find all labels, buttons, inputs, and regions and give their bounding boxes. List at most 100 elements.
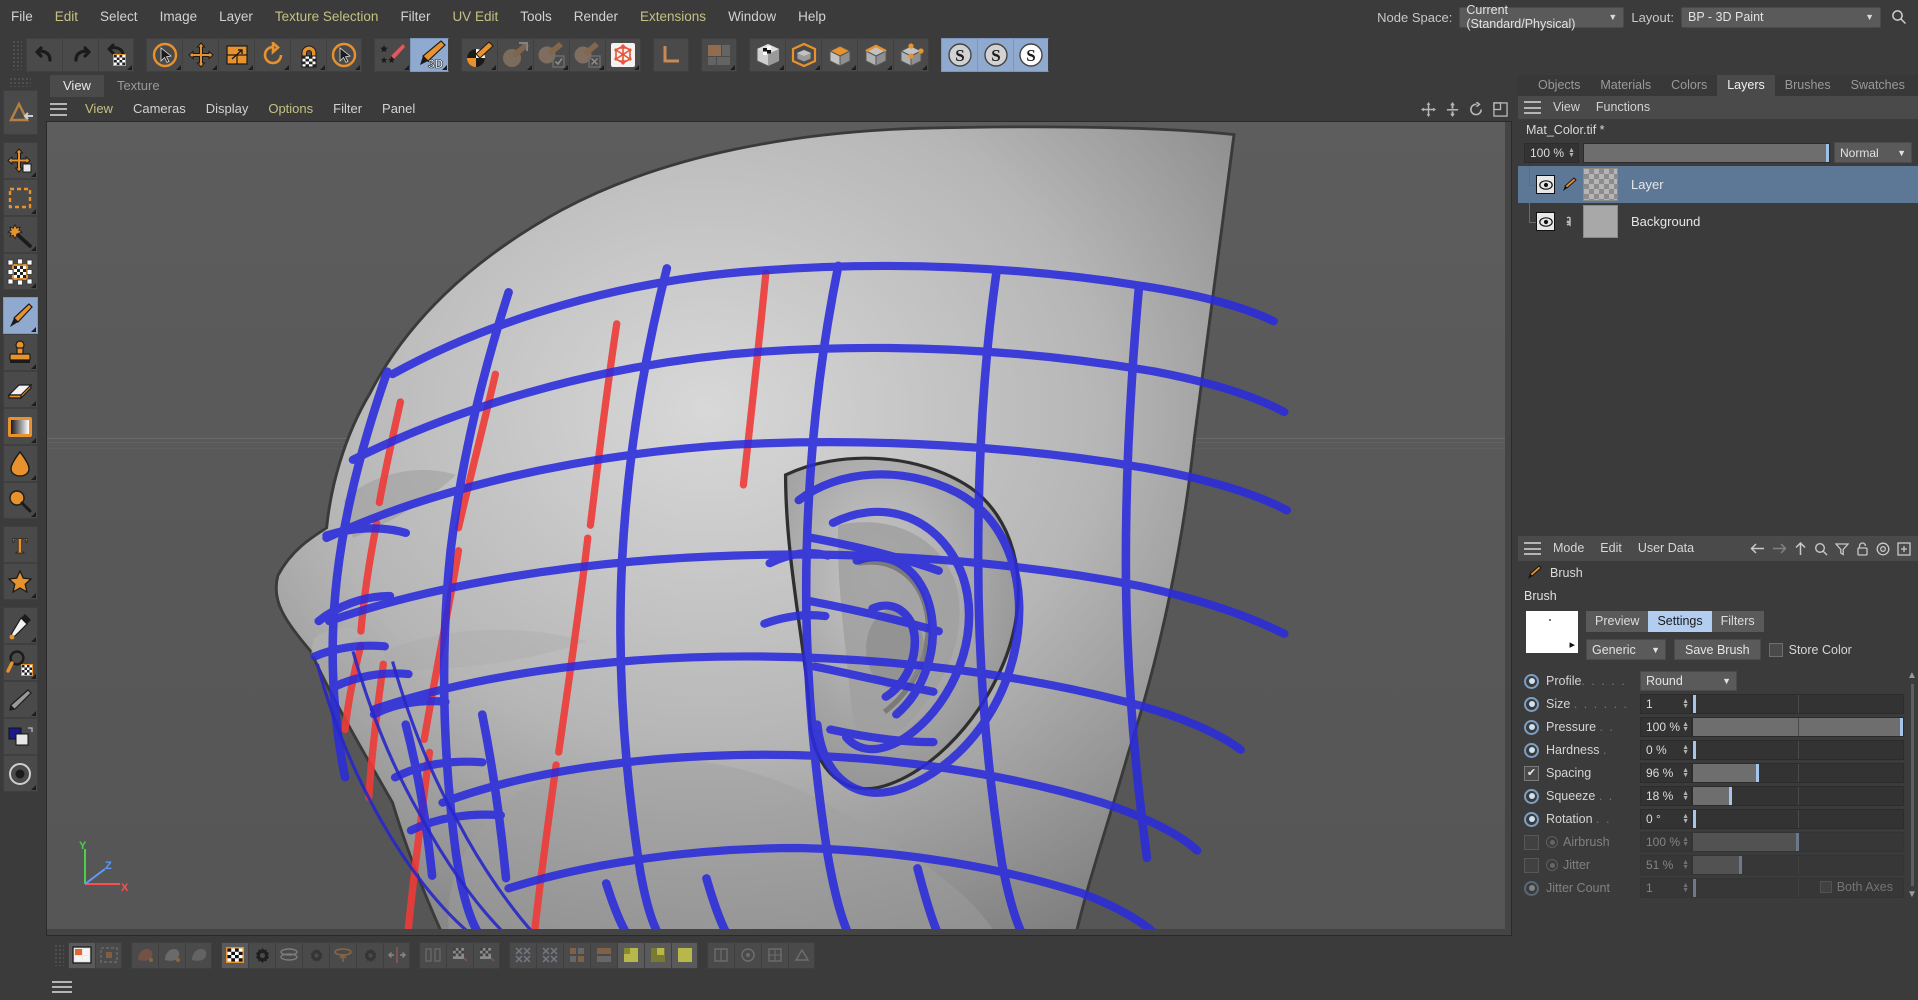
node-space-select[interactable]: Current (Standard/Physical) ▼: [1459, 3, 1625, 31]
param-airbrush-slider[interactable]: [1692, 832, 1904, 852]
param-hardness-input[interactable]: 0 % ▲ ▼: [1640, 740, 1692, 760]
menu-select[interactable]: Select: [89, 0, 149, 34]
menu-uv-edit[interactable]: UV Edit: [441, 0, 509, 34]
forward-arrow-icon[interactable]: [1772, 542, 1787, 555]
attr-menu-mode[interactable]: Mode: [1545, 536, 1592, 561]
misc-1[interactable]: [671, 941, 698, 969]
target-icon[interactable]: [1876, 542, 1890, 556]
layout-grid-button[interactable]: [701, 37, 737, 72]
param-airbrush-checkbox[interactable]: [1524, 834, 1539, 850]
uv-mesh-button[interactable]: [605, 37, 641, 72]
star-brush-button[interactable]: [374, 37, 410, 72]
axis-button[interactable]: [653, 37, 689, 72]
layer-opacity-input[interactable]: 100 % ▲ ▼: [1524, 142, 1579, 163]
tool-clone-stamp[interactable]: [2, 334, 38, 371]
texture-check-button[interactable]: [533, 37, 569, 72]
tool-magic-wand[interactable]: [2, 216, 38, 253]
both-axes-checkbox[interactable]: [1819, 881, 1832, 893]
menu-layer[interactable]: Layer: [208, 0, 264, 34]
layer-blend-mode-select[interactable]: Normal ▼: [1834, 142, 1912, 163]
param-jitter-count-toggle[interactable]: [1524, 880, 1539, 896]
menu-filter[interactable]: Filter: [389, 0, 441, 34]
tab-layers[interactable]: Layers: [1717, 75, 1775, 96]
hamburger-icon[interactable]: [52, 981, 72, 993]
table-row[interactable]: Layer: [1518, 166, 1918, 203]
visibility-eye-icon[interactable]: [1536, 175, 1555, 194]
param-jitter-slider[interactable]: [1692, 855, 1904, 875]
search-icon[interactable]: [1814, 542, 1828, 556]
texture-tile-4[interactable]: [644, 941, 671, 969]
checker-toggle[interactable]: [221, 941, 248, 969]
viewport-scrollbar-horizontal[interactable]: [47, 929, 1511, 935]
undo-button[interactable]: [26, 37, 62, 72]
paint-layer-1[interactable]: [131, 941, 158, 969]
rotate-view-icon[interactable]: [1469, 101, 1484, 117]
uv-flip-1[interactable]: [446, 941, 473, 969]
texture-tile-1[interactable]: [563, 941, 590, 969]
paint-layer-2[interactable]: [158, 941, 185, 969]
projection-gear-2[interactable]: [356, 941, 383, 969]
viewport-menu-options[interactable]: Options: [258, 97, 323, 121]
viewport-menu-cameras[interactable]: Cameras: [123, 97, 196, 121]
layer-thumbnail[interactable]: [1583, 205, 1618, 238]
apply-projection[interactable]: [329, 941, 356, 969]
link-icon[interactable]: [1559, 212, 1578, 231]
texture-tile-2[interactable]: [590, 941, 617, 969]
up-arrow-icon[interactable]: [1794, 541, 1807, 556]
filter-funnel-icon[interactable]: [1835, 542, 1849, 556]
texture-mode-button[interactable]: [749, 37, 785, 72]
spinner-icon[interactable]: ▲ ▼: [1682, 859, 1689, 871]
store-color-checkbox-wrap[interactable]: Store Color: [1768, 642, 1852, 657]
layers-menu-functions[interactable]: Functions: [1588, 96, 1658, 119]
tool-zoom[interactable]: [2, 482, 38, 519]
tool-color-swatch[interactable]: [2, 718, 38, 755]
paint-wizard-button[interactable]: [461, 37, 497, 72]
uv-points-toggle[interactable]: [95, 941, 122, 969]
param-pressure-slider[interactable]: [1692, 717, 1904, 737]
uv-flip-2[interactable]: [473, 941, 500, 969]
points-mode-button[interactable]: [785, 37, 821, 72]
visibility-eye-icon[interactable]: [1536, 212, 1555, 231]
store-color-checkbox[interactable]: [1768, 642, 1783, 657]
param-jitter-toggle[interactable]: [1546, 859, 1558, 871]
tab-materials[interactable]: Materials: [1590, 75, 1661, 96]
symmetry-toggle[interactable]: [383, 941, 410, 969]
brush-preview[interactable]: ▸: [1526, 611, 1578, 653]
spinner-icon[interactable]: ▲ ▼: [1682, 721, 1689, 733]
spinner-icon[interactable]: ▲ ▼: [1682, 813, 1689, 825]
menu-help[interactable]: Help: [787, 0, 837, 34]
toolbar-grip[interactable]: [12, 39, 22, 70]
layers-menu-view[interactable]: View: [1545, 96, 1588, 119]
tab-settings[interactable]: Settings: [1648, 611, 1712, 632]
table-row[interactable]: Background: [1518, 203, 1918, 240]
param-airbrush-input[interactable]: 100 % ▲ ▼: [1640, 832, 1692, 852]
hamburger-icon[interactable]: [1524, 101, 1541, 114]
spinner-icon[interactable]: ▲ ▼: [1682, 744, 1689, 756]
back-arrow-icon[interactable]: [1750, 542, 1765, 555]
param-spacing-slider[interactable]: [1692, 763, 1904, 783]
param-pressure-input[interactable]: 100 % ▲ ▼: [1640, 717, 1692, 737]
redo-button[interactable]: [62, 37, 98, 72]
projection-paint[interactable]: [275, 941, 302, 969]
pan-view-icon[interactable]: [1421, 101, 1436, 117]
tool-fill[interactable]: [2, 445, 38, 482]
spinner-icon[interactable]: ▲ ▼: [1682, 767, 1689, 779]
viewport-menu-filter[interactable]: Filter: [323, 97, 372, 121]
uv-shrink[interactable]: [509, 941, 536, 969]
undo-texture-button[interactable]: [98, 37, 134, 72]
hamburger-icon[interactable]: [1524, 542, 1541, 555]
param-size-toggle[interactable]: [1524, 696, 1539, 712]
spinner-icon[interactable]: ▲ ▼: [1682, 790, 1689, 802]
viewport-scrollbar-vertical[interactable]: [1505, 122, 1511, 935]
texture-view-toggle[interactable]: [68, 941, 95, 969]
add-box-icon[interactable]: [1897, 541, 1911, 556]
texture-tile-3[interactable]: [617, 941, 644, 969]
projection-settings[interactable]: [302, 941, 329, 969]
param-rotation-toggle[interactable]: [1524, 811, 1539, 827]
maximize-view-icon[interactable]: [1493, 101, 1508, 117]
polygon-mode-button[interactable]: [821, 37, 857, 72]
param-jitter-checkbox[interactable]: [1524, 857, 1539, 873]
param-squeeze-slider[interactable]: [1692, 786, 1904, 806]
chevron-down-icon[interactable]: ▼: [1907, 889, 1917, 900]
paint-on-object-button[interactable]: [497, 37, 533, 72]
